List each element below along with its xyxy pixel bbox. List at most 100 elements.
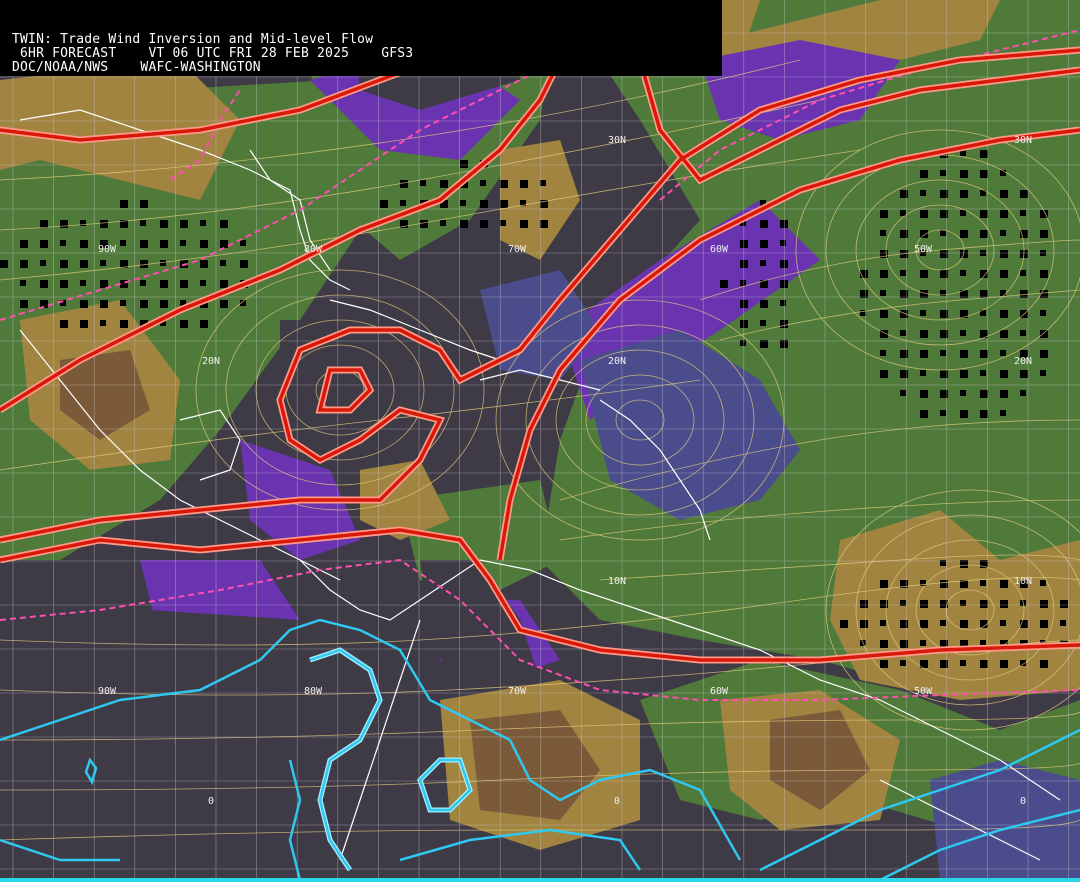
inversion-marker [100,260,106,266]
inversion-marker [980,660,988,668]
inversion-marker [140,240,148,248]
inversion-marker [900,210,906,216]
inversion-marker [860,600,868,608]
inversion-marker [960,350,968,358]
inversion-marker [900,390,906,396]
inversion-marker [60,260,68,268]
inversion-marker [80,280,86,286]
inversion-marker [1020,370,1028,378]
inversion-marker [160,300,168,308]
inversion-marker [1000,350,1006,356]
inversion-marker [480,180,486,186]
inversion-marker [760,320,766,326]
inversion-marker [920,620,928,628]
inversion-marker [200,260,208,268]
inversion-marker [220,260,226,266]
inversion-marker [880,660,888,668]
lat-label-0: 0 [208,796,214,807]
inversion-marker [920,600,928,608]
inversion-marker [140,200,148,208]
inversion-marker [920,640,926,646]
inversion-marker [380,200,388,208]
inversion-marker [100,320,106,326]
inversion-marker [1000,250,1008,258]
inversion-marker [840,620,848,628]
lon-label-50w-south: 50W [914,686,933,697]
inversion-marker [880,310,888,318]
inversion-marker [20,260,28,268]
lat-label-30n: 30N [608,135,626,146]
inversion-marker [80,300,88,308]
inversion-marker [120,320,128,328]
inversion-marker [940,350,946,356]
inversion-marker [900,660,906,666]
inversion-marker [60,240,66,246]
inversion-marker [860,620,868,628]
lat-label-20n: 20N [202,356,220,367]
inversion-marker [520,180,528,188]
inversion-marker [1000,270,1008,278]
inversion-marker [960,230,968,238]
inversion-marker [760,220,768,228]
inversion-marker [1040,600,1048,608]
inversion-marker [900,190,908,198]
inversion-marker [440,180,448,188]
lon-label-90w: 90W [98,244,117,255]
inversion-marker [960,620,968,628]
inversion-marker [1040,580,1046,586]
inversion-marker [420,180,426,186]
inversion-marker [920,310,926,316]
inversion-marker [1000,410,1006,416]
inversion-marker [420,220,428,228]
inversion-marker [760,260,766,266]
inversion-marker [1000,390,1008,398]
inversion-marker [220,280,228,288]
inversion-marker [980,390,988,398]
inversion-marker [920,350,928,358]
inversion-marker [1000,620,1006,626]
inversion-marker [980,350,988,358]
inversion-marker [940,170,946,176]
inversion-marker [1000,230,1006,236]
inversion-marker [1040,350,1048,358]
inversion-marker [200,320,208,328]
inversion-marker [480,220,488,228]
inversion-marker [520,220,528,228]
lon-label-50w: 50W [914,244,933,255]
inversion-marker [960,190,968,198]
inversion-marker [1060,600,1068,608]
inversion-marker [980,270,988,278]
inversion-marker [880,210,888,218]
lat-label-0-mid: 0 [614,796,620,807]
inversion-marker [60,280,68,288]
inversion-marker [160,240,168,248]
inversion-marker [460,160,468,168]
inversion-marker [900,270,906,276]
inversion-marker [920,270,928,278]
inversion-marker [400,200,406,206]
inversion-marker [1020,190,1028,198]
inversion-marker [940,620,946,626]
inversion-marker [1040,660,1048,668]
inversion-marker [1020,270,1026,276]
inversion-marker [160,220,168,228]
inversion-marker [200,240,208,248]
inversion-marker [900,330,906,336]
inversion-marker [880,290,886,296]
inversion-marker [760,300,768,308]
inversion-marker [160,280,168,288]
inversion-marker [1000,190,1008,198]
inversion-marker [80,260,88,268]
inversion-marker [220,300,228,308]
map-title: TWIN: Trade Wind Inversion and Mid-level… [12,32,374,47]
inversion-marker [900,640,908,648]
inversion-marker [440,220,446,226]
inversion-marker [80,240,88,248]
inversion-marker [880,620,886,626]
inversion-marker [980,600,988,608]
inversion-marker [460,200,466,206]
inversion-marker [100,220,108,228]
inversion-marker [40,260,46,266]
inversion-marker [20,240,28,248]
lat-label-30n-east: 30N [1014,135,1032,146]
